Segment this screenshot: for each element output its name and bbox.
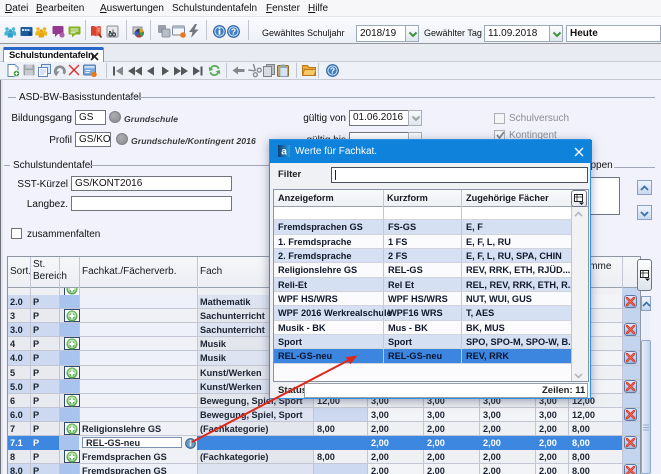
svg-text:a: a — [281, 147, 287, 157]
svg-text:?: ? — [330, 65, 335, 75]
svg-text:?: ? — [231, 26, 236, 36]
